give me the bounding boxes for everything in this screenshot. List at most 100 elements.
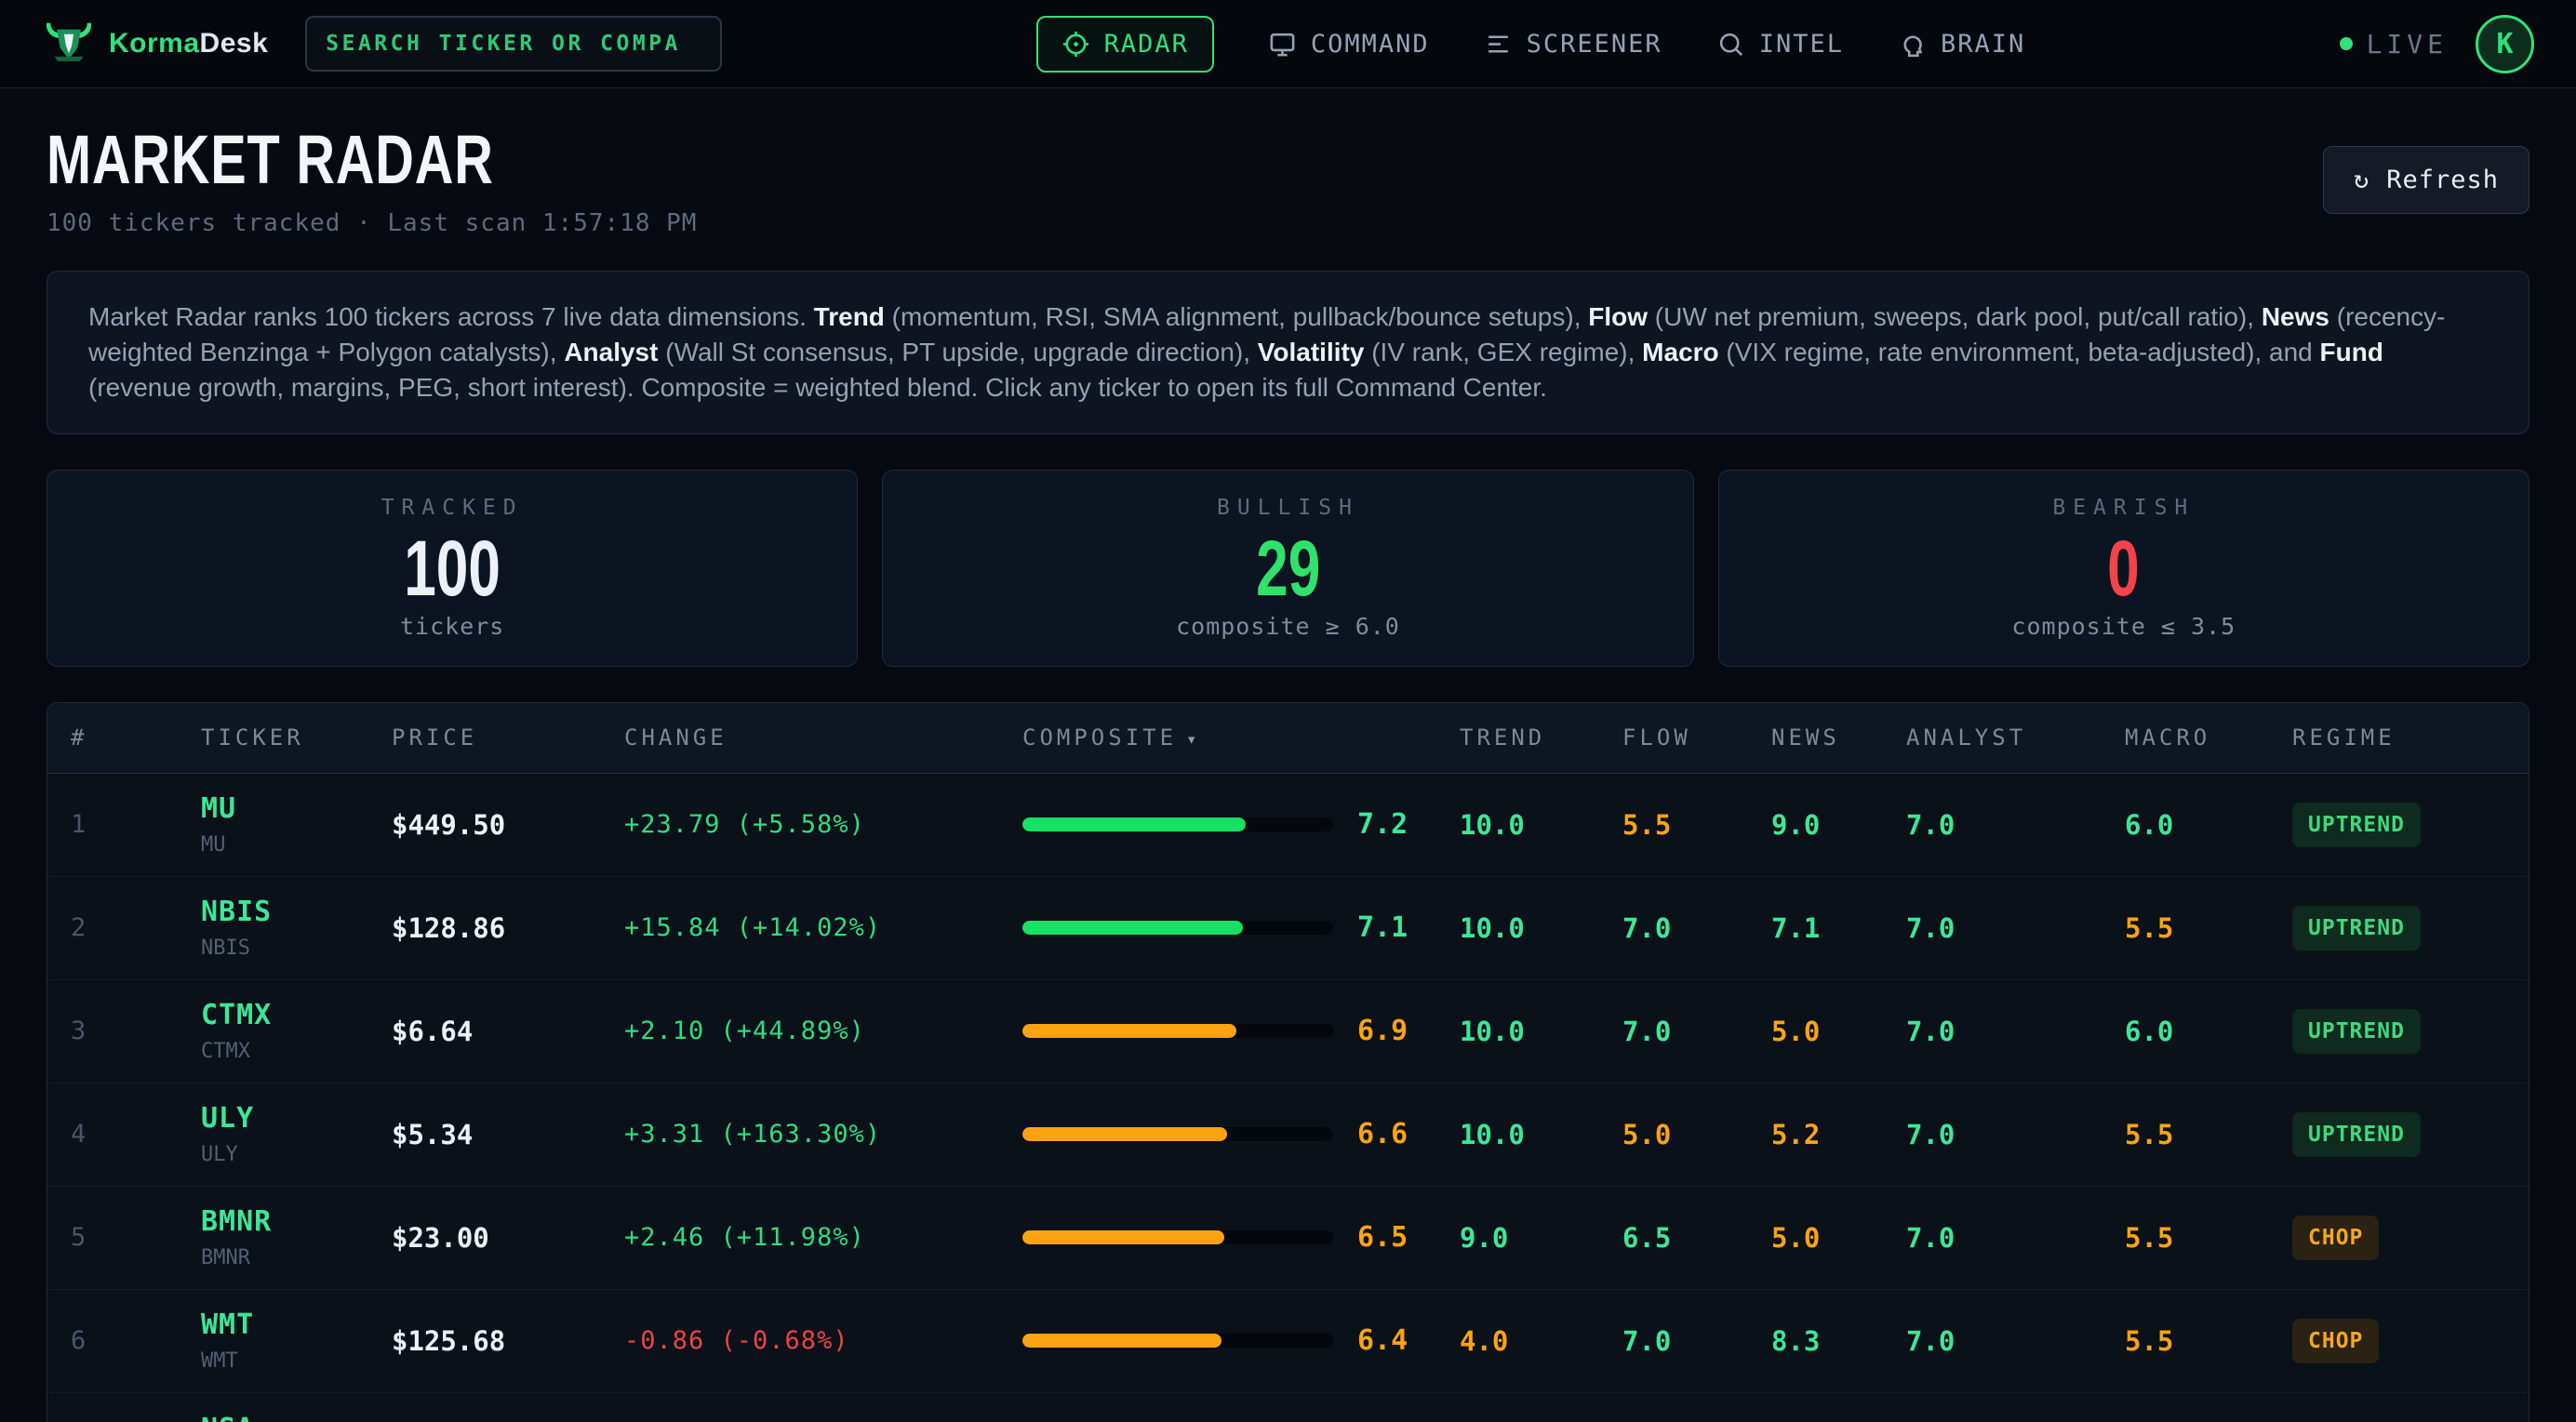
refresh-label: Refresh bbox=[2386, 166, 2499, 194]
column-header-ticker[interactable]: TICKER bbox=[201, 724, 392, 751]
composite-score: 7.2 bbox=[1357, 808, 1408, 841]
nav-item-command[interactable]: COMMAND bbox=[1268, 30, 1430, 59]
composite-cell: 6.5 bbox=[1022, 1221, 1460, 1254]
page-header: MARKET RADAR 100 tickers tracked · Last … bbox=[47, 124, 2529, 237]
column-header-rank[interactable]: # bbox=[71, 724, 201, 751]
ticker-name: CTMX bbox=[201, 1040, 392, 1063]
ticker-symbol[interactable]: NBIS bbox=[201, 896, 392, 928]
composite-cell: 6.4 bbox=[1022, 1324, 1460, 1357]
change-value: +23.79 (+5.58%) bbox=[624, 810, 1022, 839]
column-header-flow[interactable]: FLOW bbox=[1622, 724, 1771, 751]
refresh-icon: ↻ bbox=[2354, 166, 2369, 194]
news-score: 5.2 bbox=[1771, 1119, 1906, 1150]
stat-cards: TRACKED 100 tickers BULLISH 29 composite… bbox=[47, 470, 2529, 667]
intel-icon bbox=[1716, 30, 1745, 59]
row-rank: 4 bbox=[71, 1120, 201, 1149]
column-header-composite[interactable]: COMPOSITE▾ bbox=[1022, 724, 1460, 751]
table-row[interactable]: 4 ULY ULY $5.34 +3.31 (+163.30%) 6.6 10.… bbox=[47, 1083, 2529, 1187]
table-row[interactable]: 7 NSA NSA $22.77 +2.70 (+22.44%) 6.4 10.… bbox=[47, 1393, 2529, 1422]
info-fragment: (revenue growth, margins, PEG, short int… bbox=[88, 373, 1547, 402]
column-header-macro[interactable]: MACRO bbox=[2125, 724, 2292, 751]
nav-item-label: RADAR bbox=[1104, 30, 1189, 59]
analyst-score: 7.0 bbox=[1906, 809, 2125, 841]
column-header-news[interactable]: NEWS bbox=[1771, 724, 1906, 751]
column-header-label: TICKER bbox=[201, 724, 304, 751]
price-value: $6.64 bbox=[392, 1016, 624, 1047]
info-term: Macro bbox=[1642, 338, 1718, 366]
ticker-symbol[interactable]: CTMX bbox=[201, 999, 392, 1031]
price-value: $128.86 bbox=[392, 912, 624, 944]
macro-score: 6.0 bbox=[2125, 809, 2292, 841]
composite-score: 6.5 bbox=[1357, 1221, 1408, 1254]
ticker-symbol[interactable]: BMNR bbox=[201, 1205, 392, 1238]
bull-logo-icon bbox=[42, 21, 96, 66]
brand-logo[interactable]: KormaDesk bbox=[42, 21, 268, 66]
regime-badge: CHOP bbox=[2292, 1319, 2379, 1363]
regime-badge: CHOP bbox=[2292, 1216, 2379, 1260]
table-row[interactable]: 3 CTMX CTMX $6.64 +2.10 (+44.89%) 6.9 10… bbox=[47, 980, 2529, 1083]
info-fragment: Market Radar ranks 100 tickers across 7 … bbox=[88, 302, 814, 331]
analyst-score: 7.0 bbox=[1906, 912, 2125, 944]
composite-bar-fill bbox=[1022, 1127, 1227, 1141]
stat-card-bearish: BEARISH 0 composite ≤ 3.5 bbox=[1718, 470, 2529, 667]
column-header-trend[interactable]: TREND bbox=[1460, 724, 1622, 751]
table-body: 1 MU MU $449.50 +23.79 (+5.58%) 7.2 10.0… bbox=[47, 774, 2529, 1422]
nav-item-intel[interactable]: INTEL bbox=[1716, 30, 1844, 59]
nav-item-label: COMMAND bbox=[1311, 30, 1430, 59]
column-header-change[interactable]: CHANGE bbox=[624, 724, 1022, 751]
ticker-symbol[interactable]: ULY bbox=[201, 1102, 392, 1135]
column-header-regime[interactable]: REGIME bbox=[2292, 724, 2505, 751]
composite-bar bbox=[1022, 1127, 1333, 1141]
ticker-name: ULY bbox=[201, 1143, 392, 1166]
nav-item-brain[interactable]: BRAIN bbox=[1898, 30, 2025, 59]
command-icon bbox=[1268, 30, 1297, 59]
regime-badge: UPTREND bbox=[2292, 1112, 2421, 1157]
macro-score: 5.5 bbox=[2125, 912, 2292, 944]
search-input[interactable] bbox=[305, 16, 722, 72]
ticker-symbol[interactable]: MU bbox=[201, 792, 392, 825]
ticker-symbol[interactable]: WMT bbox=[201, 1309, 392, 1341]
row-rank: 5 bbox=[71, 1223, 201, 1252]
ticker-name: MU bbox=[201, 833, 392, 857]
news-score: 7.1 bbox=[1771, 912, 1906, 944]
column-header-analyst[interactable]: ANALYST bbox=[1906, 724, 2125, 751]
nav-item-screener[interactable]: SCREENER bbox=[1484, 30, 1662, 59]
nav-item-radar[interactable]: RADAR bbox=[1036, 16, 1214, 73]
flow-score: 7.0 bbox=[1622, 912, 1771, 944]
main-content: MARKET RADAR 100 tickers tracked · Last … bbox=[0, 88, 2576, 1422]
refresh-button[interactable]: ↻ Refresh bbox=[2323, 146, 2529, 214]
nav-item-label: BRAIN bbox=[1941, 30, 2025, 59]
ticker-cell: NSA NSA bbox=[201, 1413, 392, 1422]
composite-bar bbox=[1022, 1024, 1333, 1038]
macro-score: 5.5 bbox=[2125, 1119, 2292, 1150]
macro-score: 5.5 bbox=[2125, 1325, 2292, 1357]
table-row[interactable]: 1 MU MU $449.50 +23.79 (+5.58%) 7.2 10.0… bbox=[47, 774, 2529, 877]
trend-score: 10.0 bbox=[1460, 1119, 1622, 1150]
regime-cell: UPTREND bbox=[2292, 1112, 2505, 1157]
composite-bar bbox=[1022, 1334, 1333, 1348]
macro-score: 6.0 bbox=[2125, 1016, 2292, 1047]
column-header-label: CHANGE bbox=[624, 724, 727, 751]
change-value: +2.46 (+11.98%) bbox=[624, 1223, 1022, 1252]
live-status: LIVE bbox=[2340, 29, 2448, 60]
composite-bar-fill bbox=[1022, 1230, 1224, 1244]
table-row[interactable]: 6 WMT WMT $125.68 -0.86 (-0.68%) 6.4 4.0… bbox=[47, 1290, 2529, 1393]
composite-bar bbox=[1022, 817, 1333, 831]
column-header-price[interactable]: PRICE bbox=[392, 724, 624, 751]
ticker-cell: ULY ULY bbox=[201, 1102, 392, 1166]
ticker-cell: NBIS NBIS bbox=[201, 896, 392, 960]
table-row[interactable]: 5 BMNR BMNR $23.00 +2.46 (+11.98%) 6.5 9… bbox=[47, 1187, 2529, 1290]
avatar[interactable]: K bbox=[2476, 15, 2534, 73]
stat-sub-label: composite ≥ 6.0 bbox=[1176, 613, 1400, 640]
change-value: +3.31 (+163.30%) bbox=[624, 1120, 1022, 1149]
stat-label: TRACKED bbox=[381, 496, 524, 520]
table-header-row: #TICKER PRICECHANGE COMPOSITE▾TRENDFLOWNEW… bbox=[47, 703, 2529, 774]
info-term: Analyst bbox=[564, 338, 658, 366]
ticker-name: BMNR bbox=[201, 1246, 392, 1269]
table-row[interactable]: 2 NBIS NBIS $128.86 +15.84 (+14.02%) 7.1… bbox=[47, 877, 2529, 980]
screener-icon bbox=[1484, 30, 1513, 59]
composite-cell: 6.6 bbox=[1022, 1118, 1460, 1150]
column-header-label: COMPOSITE bbox=[1022, 724, 1177, 751]
ticker-symbol[interactable]: NSA bbox=[201, 1413, 392, 1422]
info-fragment: (VIX regime, rate environment, beta-adju… bbox=[1719, 338, 2320, 366]
